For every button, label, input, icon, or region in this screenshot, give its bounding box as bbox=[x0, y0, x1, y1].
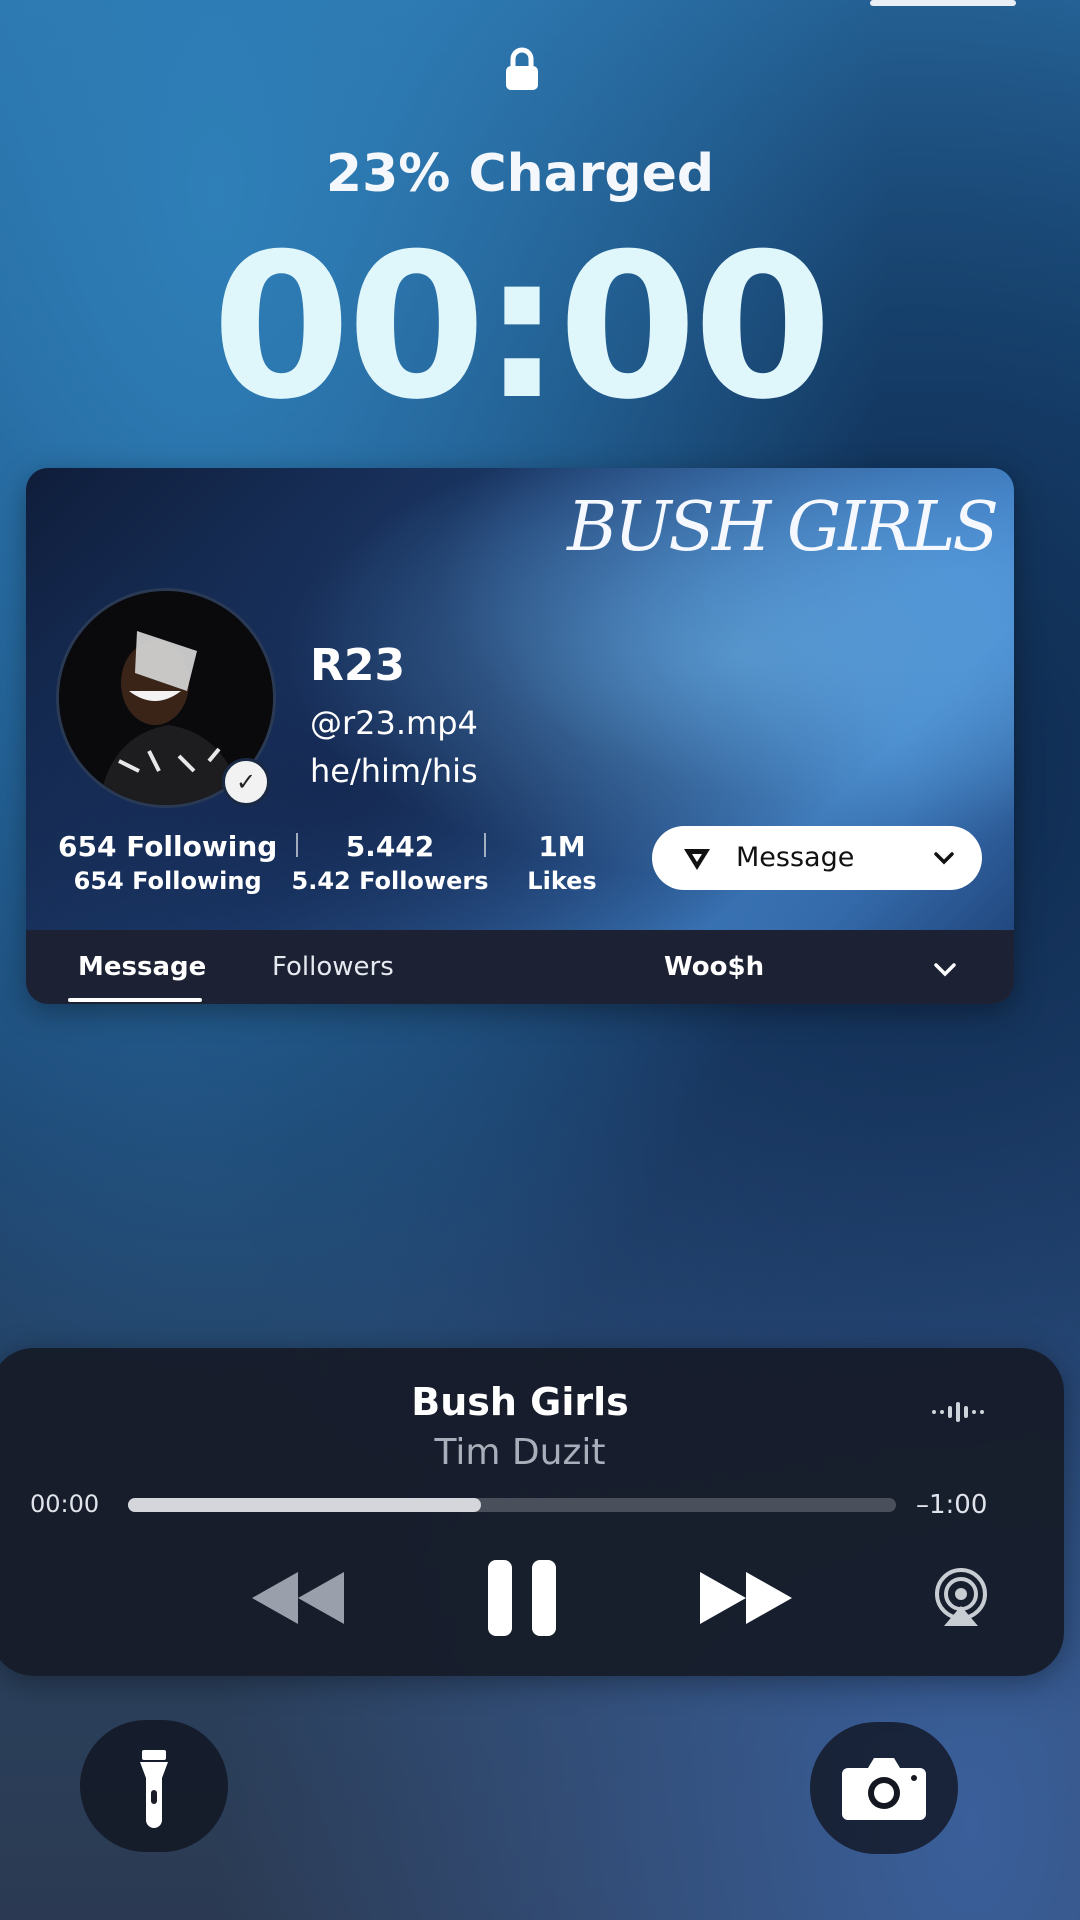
song-artist: Tim Duzit bbox=[434, 1432, 606, 1473]
progress-scrubber[interactable] bbox=[128, 1498, 896, 1512]
profile-name: R23 bbox=[310, 640, 406, 691]
camera-icon bbox=[842, 1758, 926, 1820]
active-tab-indicator bbox=[68, 998, 202, 1002]
camera-button[interactable] bbox=[810, 1722, 958, 1854]
song-title: Bush Girls bbox=[411, 1380, 629, 1424]
stat-followers-value: 5.442 bbox=[345, 830, 435, 863]
progress-fill bbox=[128, 1498, 482, 1512]
heart-icon bbox=[684, 849, 710, 870]
stat-likes[interactable]: 1M Likes bbox=[522, 830, 602, 895]
waveform-icon[interactable] bbox=[930, 1400, 990, 1424]
flashlight-icon bbox=[140, 1750, 168, 1828]
profile-handle: @r23.mp4 bbox=[310, 704, 478, 742]
lock-icon bbox=[506, 47, 538, 90]
profile-pronouns: he/him/his bbox=[310, 752, 478, 790]
stat-followers-label: 5.42 Followers bbox=[291, 867, 489, 895]
tab-woosh[interactable]: Woo$h bbox=[664, 952, 764, 982]
lockscreen-clock: 00:00 bbox=[211, 211, 833, 444]
stat-likes-label: Likes bbox=[527, 867, 597, 895]
airplay-icon[interactable] bbox=[930, 1568, 992, 1628]
stat-following-value: 654 Following bbox=[58, 830, 278, 863]
now-playing-widget[interactable]: Bush Girls Tim Duzit 00:00 –1:00 bbox=[0, 1348, 1064, 1676]
profile-card[interactable]: BUSH GIRLS ✓ R23 @r23.mp4 he/him/his 654… bbox=[26, 468, 1014, 1004]
chevron-down-icon bbox=[934, 852, 954, 865]
fast-forward-icon[interactable] bbox=[696, 1568, 796, 1628]
battery-status: 23% Charged bbox=[325, 144, 715, 204]
stat-following-label: 654 Following bbox=[73, 867, 262, 895]
message-button-label: Message bbox=[736, 842, 855, 873]
flashlight-button[interactable] bbox=[80, 1720, 228, 1852]
rewind-icon[interactable] bbox=[248, 1568, 348, 1628]
remaining-time: –1:00 bbox=[916, 1490, 988, 1520]
home-indicator bbox=[870, 0, 1016, 6]
tab-message[interactable]: Message bbox=[78, 952, 206, 982]
stat-followers[interactable]: 5.442 5.42 Followers bbox=[290, 830, 490, 895]
stat-divider bbox=[484, 833, 486, 857]
profile-banner-title: BUSH GIRLS bbox=[567, 488, 999, 567]
tab-followers[interactable]: Followers bbox=[272, 952, 394, 982]
stat-following[interactable]: 654 Following 654 Following bbox=[58, 830, 277, 895]
message-button[interactable]: Message bbox=[652, 826, 982, 890]
pause-icon[interactable] bbox=[482, 1558, 562, 1638]
checkmark-icon: ✓ bbox=[222, 758, 270, 806]
elapsed-time: 00:00 bbox=[30, 1490, 100, 1518]
stat-likes-value: 1M bbox=[538, 830, 586, 863]
profile-tabs: Message Followers Woo$h bbox=[26, 930, 1014, 1004]
chevron-down-icon[interactable] bbox=[932, 956, 958, 982]
